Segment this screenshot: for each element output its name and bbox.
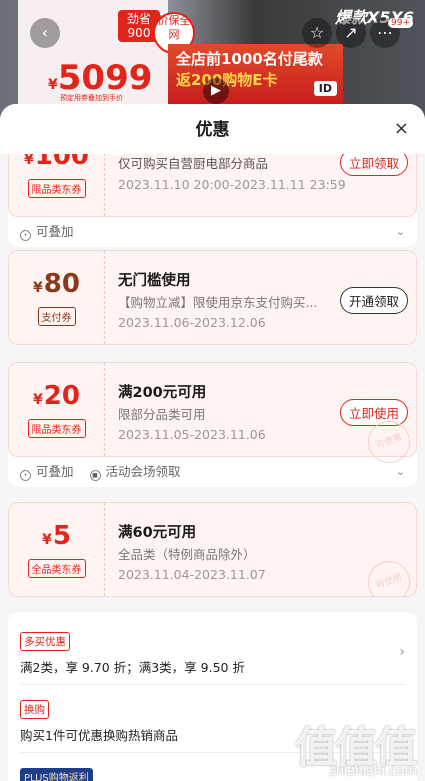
venue-label: 活动会场领取 xyxy=(105,464,181,479)
discount-sheet: 优惠 × ¥100 限品类东券 仅可购买自营厨电部分商品 2023.11.10 … xyxy=(0,104,425,781)
chevron-down-icon[interactable]: ⌄ xyxy=(396,457,405,487)
site-watermark-url: zhizhizhi.com xyxy=(329,764,417,779)
stackable-label: 可叠加 xyxy=(36,224,74,239)
banner-line2: 返200购物E卡 xyxy=(176,71,278,89)
coupon-left: ¥20 限品类东券 xyxy=(9,363,105,456)
coupon-title: 满60元可用 xyxy=(118,525,197,541)
coupon-body: ¥20 限品类东券 满200元可用 限部分品类可用 2023.11.05-202… xyxy=(8,362,417,469)
venue-icon: ■ xyxy=(89,470,101,481)
coupon-body: ¥5 全品类东券 满60元可用 全品类（特例商品除外） 2023.11.04-2… xyxy=(8,502,417,597)
coupon-type: 限品类东券 xyxy=(27,179,86,198)
product-promo-image: 劲省900 价保全网 ¥5099 预定用券叠加到手价 xyxy=(18,0,195,110)
coupon-date: 2023.11.04-2023.11.07 xyxy=(118,567,266,582)
coupon-left: ¥5 全品类东券 xyxy=(9,503,105,596)
promotion-text: 满2类，享 9.70 折；满3类，享 9.50 折 xyxy=(20,660,245,675)
coupon-desc: 仅可购买自营厨电部分商品 xyxy=(118,156,269,171)
info-icon: • xyxy=(20,470,31,481)
coupon-card: ¥5 全品类东券 满60元可用 全品类（特例商品除外） 2023.11.04-2… xyxy=(8,502,417,597)
activate-claim-button[interactable]: 开通领取 xyxy=(339,287,408,314)
play-icon[interactable]: ▶ xyxy=(203,78,229,104)
coupon-desc: 限部分品类可用 xyxy=(118,407,206,422)
banner-line1: 全店前1000名付尾款 xyxy=(176,50,323,68)
promotion-tag: 换购 xyxy=(20,700,49,719)
coupon-card: ¥20 限品类东券 满200元可用 限部分品类可用 2023.11.05-202… xyxy=(8,362,417,487)
coupon-date: 2023.11.05-2023.11.06 xyxy=(118,427,266,442)
coupon-desc: 全品类（特例商品除外） xyxy=(118,547,256,562)
promotion-item[interactable]: 多买优惠 满2类，享 9.70 折；满3类，享 9.50 折 › xyxy=(20,630,405,676)
coupon-date: 2023.11.10 20:00-2023.11.11 23:59 xyxy=(118,177,346,192)
banner-id: ID xyxy=(313,81,337,96)
coupon-footer[interactable]: • 可叠加 ■ 活动会场领取 ⌄ xyxy=(8,457,417,487)
coupon-left: ¥80 支付券 xyxy=(9,251,105,344)
coupon-type: 全品类东券 xyxy=(27,559,86,578)
close-icon[interactable]: × xyxy=(394,119,409,139)
product-gallery-background: 劲省900 价保全网 ¥5099 预定用券叠加到手价 全店前1000名付尾款 返… xyxy=(0,0,425,120)
usable-stamp: 可使用 xyxy=(362,555,416,597)
coupon-amount: ¥80 xyxy=(33,269,80,299)
price-note: 预定用券叠加到手价 xyxy=(60,94,123,102)
share-icon[interactable]: ↗ xyxy=(336,18,366,48)
coupon-body: ¥80 支付券 无门槛使用 【购物立减】限使用京东支付购买... 2023.11… xyxy=(8,250,417,345)
info-icon: • xyxy=(20,230,31,241)
coupon-title: 满200元可用 xyxy=(118,385,207,401)
stackable-label: 可叠加 xyxy=(36,464,74,479)
price-currency: ¥ xyxy=(48,77,58,93)
price-value: 5099 xyxy=(57,58,153,98)
sheet-header: 优惠 × xyxy=(0,104,425,154)
coupon-amount: ¥5 xyxy=(42,521,71,551)
coupon-date: 2023.11.06-2023.12.06 xyxy=(118,315,266,330)
promotion-tag: 多买优惠 xyxy=(20,632,70,651)
chevron-down-icon[interactable]: ⌄ xyxy=(396,217,405,247)
coupon-title: 无门槛使用 xyxy=(118,273,191,289)
chevron-right-icon[interactable]: › xyxy=(399,644,405,660)
coupon-desc: 【购物立减】限使用京东支付购买... xyxy=(118,295,318,310)
star-icon[interactable]: ☆ xyxy=(302,18,332,48)
promo-price: ¥5099 xyxy=(48,58,152,98)
coupon-card: ¥80 支付券 无门槛使用 【购物立减】限使用京东支付购买... 2023.11… xyxy=(8,250,417,345)
cart-badge: 99+ xyxy=(388,18,413,28)
back-icon[interactable]: ‹ xyxy=(30,18,60,48)
plus-rebate-tag: PLUS购物返利 xyxy=(20,768,93,781)
coupon-type: 限品类东券 xyxy=(27,419,86,438)
coupon-footer[interactable]: • 可叠加 ⌄ xyxy=(8,217,417,247)
promo-banner: 全店前1000名付尾款 返200购物E卡 ID xyxy=(168,44,343,104)
sheet-title: 优惠 xyxy=(195,120,230,140)
coupon-type: 支付券 xyxy=(37,307,76,326)
divider xyxy=(20,684,405,685)
coupon-amount: ¥20 xyxy=(33,381,80,411)
